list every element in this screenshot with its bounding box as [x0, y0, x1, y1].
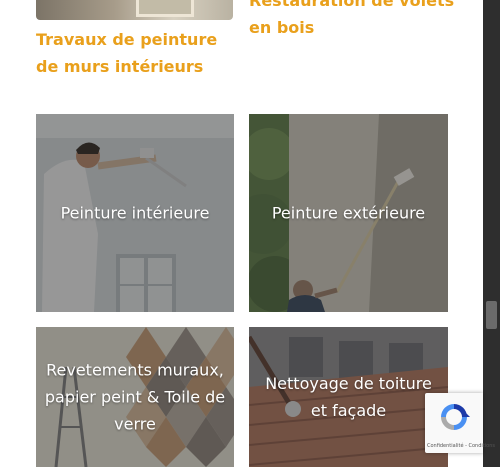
recaptcha-icon — [441, 404, 470, 430]
tile-label: Nettoyage de toiture et façade — [265, 374, 432, 420]
tile-wall-coverings[interactable]: Revetements muraux, papier peint & Toile… — [36, 327, 234, 467]
card-image-interior-walls[interactable] — [36, 0, 233, 20]
tile-label: Revetements muraux, papier peint & Toile… — [44, 360, 226, 434]
page-content: Travaux de peinture de murs intérieurs R… — [0, 0, 483, 467]
recaptcha-links[interactable]: Confidentialité - Conditions — [427, 443, 495, 449]
window-picture — [136, 0, 194, 17]
scrollbar-thumb[interactable] — [486, 301, 497, 329]
vertical-scrollbar[interactable] — [483, 0, 500, 467]
tile-roof-facade-cleaning[interactable]: Nettoyage de toiture et façade — [249, 327, 448, 467]
card-title-interior-walls[interactable]: Travaux de peinture de murs intérieurs — [36, 26, 236, 80]
tile-label: Peinture extérieure — [271, 203, 426, 223]
tile-interior-painting[interactable]: Peinture intérieure — [36, 114, 234, 312]
tile-label: Peinture intérieure — [60, 203, 210, 223]
recaptcha-badge[interactable]: Confidentialité - Conditions — [425, 393, 495, 453]
card-title-shutters[interactable]: Restauration de volets en bois — [249, 0, 459, 41]
tile-exterior-painting[interactable]: Peinture extérieure — [249, 114, 448, 312]
